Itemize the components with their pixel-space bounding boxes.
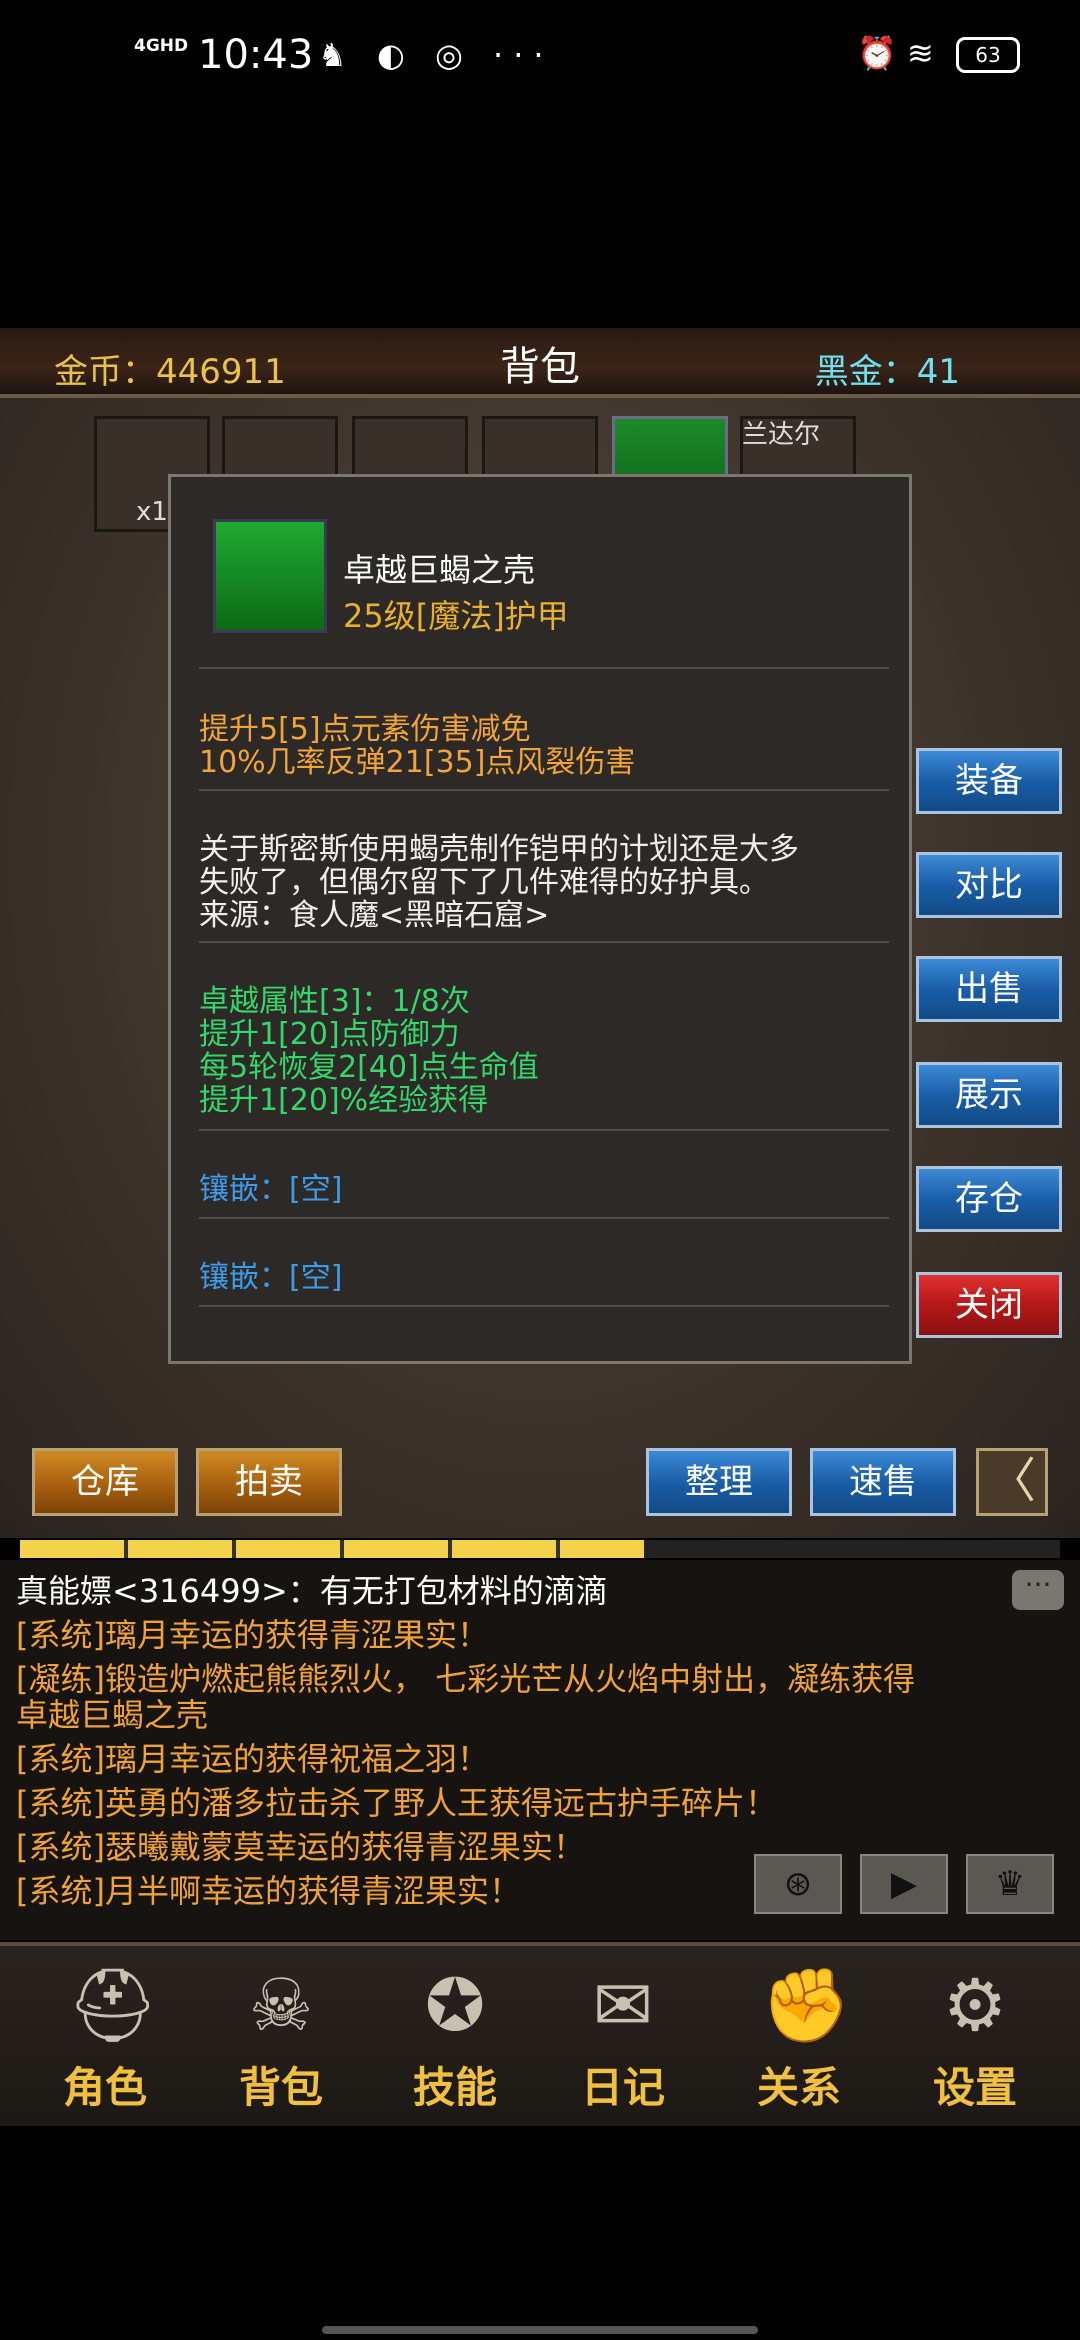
bonus-line: 提升5[5]点元素伤害减免 (199, 712, 531, 747)
exp-progress-bar (20, 1540, 1060, 1558)
divider (199, 1217, 889, 1219)
divider (199, 667, 889, 669)
excellent-line: 提升1[20]点防御力 (199, 1017, 460, 1052)
nav-role[interactable]: ⛑ 角色 (30, 1946, 180, 2126)
description-line: 关于斯密斯使用蝎壳制作铠甲的计划还是大多 (199, 832, 799, 867)
gauntlet-icon: ✊ (761, 1963, 851, 2047)
play-icon[interactable]: ▶ (860, 1854, 948, 1914)
status-bar: 4GHD 10:43 ♞ ◐ ◎ ··· ⏰ ≋ 63 (0, 0, 1080, 120)
nav-settings[interactable]: ⚙ 设置 (900, 1946, 1050, 2126)
nav-label: 背包 (238, 2063, 323, 2112)
item-name: 卓越巨蝎之壳 (343, 551, 536, 589)
back-arrow-button[interactable]: 〈 (976, 1448, 1048, 1516)
divider (199, 1305, 889, 1307)
sell-button[interactable]: 出售 (916, 956, 1062, 1022)
bonus-line: 10%几率反弹21[35]点风裂伤害 (199, 745, 636, 780)
close-button[interactable]: 关闭 (916, 1272, 1062, 1338)
system-message: [系统]璃月幸运的获得祝福之羽！ (16, 1740, 489, 1778)
trophy-icon[interactable]: ♛ (966, 1854, 1054, 1914)
clock: 10:43 (198, 32, 314, 78)
nav-label: 日记 (580, 2063, 665, 2112)
chat-bubble-icon[interactable]: ··· (1012, 1570, 1064, 1610)
bag-header: 金币：446911 背包 黑金：41 (0, 328, 1080, 398)
quick-sell-button[interactable]: 速售 (810, 1448, 956, 1516)
spellbook-icon: ✪ (424, 1963, 486, 2047)
battery-icon: 63 (956, 37, 1020, 73)
excellent-line: 卓越属性[3]：1/8次 (199, 984, 470, 1019)
nav-bag[interactable]: ☠ 背包 (206, 1946, 356, 2126)
system-message: [系统]璃月幸运的获得青涩果实！ (16, 1616, 489, 1654)
divider (199, 1129, 889, 1131)
gear-icon: ⚙ (942, 1963, 1008, 2047)
item-tooltip: 卓越巨蝎之壳 25级[魔法]护甲 提升5[5]点元素伤害减免 10%几率反弹21… (168, 474, 912, 1364)
exp-progress-fill (20, 1540, 644, 1558)
bottom-nav: ⛑ 角色 ☠ 背包 ✪ 技能 ✉ 日记 ✊ 关系 ⚙ 设置 (0, 1942, 1080, 2126)
system-message: [系统]英勇的潘多拉击杀了野人王获得远古护手碎片！ (16, 1784, 777, 1822)
chat-message: 真能嫖<316499>：有无打包材料的滴滴 (16, 1572, 608, 1610)
helmet-icon: ⛑ (67, 1963, 159, 2047)
alarm-wifi-icons: ⏰ ≋ (857, 34, 934, 72)
divider (199, 789, 889, 791)
system-message: [系统]月半啊幸运的获得青涩果实！ (16, 1872, 521, 1910)
compass-icon[interactable]: ⊛ (754, 1854, 842, 1914)
excellent-line: 每5轮恢复2[40]点生命值 (199, 1050, 539, 1085)
show-button[interactable]: 展示 (916, 1062, 1062, 1128)
auction-button[interactable]: 拍卖 (196, 1448, 342, 1516)
excellent-line: 提升1[20]%经验获得 (199, 1083, 489, 1118)
nav-label: 关系 (756, 2063, 841, 2112)
notification-icons: ♞ ◐ ◎ ··· (318, 36, 554, 74)
system-message: [凝练]锻造炉燃起熊熊烈火， 七彩光芒从火焰中射出，凝练获得 (16, 1660, 916, 1698)
slot-item-name: 兰达尔 (742, 420, 821, 450)
nav-diary[interactable]: ✉ 日记 (548, 1946, 698, 2126)
armor-icon (213, 519, 327, 633)
nav-label: 设置 (932, 2063, 1017, 2112)
divider (199, 941, 889, 943)
black-gold-currency: 黑金：41 (814, 352, 960, 392)
socket-slot: 镶嵌：[空] (199, 1172, 343, 1207)
home-indicator[interactable] (322, 2326, 758, 2334)
nav-relations[interactable]: ✊ 关系 (724, 1946, 874, 2126)
compare-button[interactable]: 对比 (916, 852, 1062, 918)
item-source: 来源：食人魔<黑暗石窟> (199, 898, 550, 933)
warehouse-button[interactable]: 仓库 (32, 1448, 178, 1516)
system-icons: ⏰ ≋ 63 (857, 34, 1020, 73)
network-indicator: 4GHD (134, 36, 189, 56)
store-button[interactable]: 存仓 (916, 1166, 1062, 1232)
socket-slot: 镶嵌：[空] (199, 1260, 343, 1295)
sort-button[interactable]: 整理 (646, 1448, 792, 1516)
nav-skills[interactable]: ✪ 技能 (380, 1946, 530, 2126)
equip-button[interactable]: 装备 (916, 748, 1062, 814)
system-message: 卓越巨蝎之壳 (16, 1696, 209, 1734)
nav-label: 角色 (62, 2063, 147, 2112)
description-line: 失败了，但偶尔留下了几件难得的好护具。 (199, 865, 769, 900)
item-type: 25级[魔法]护甲 (343, 597, 569, 635)
scroll-icon: ✉ (592, 1963, 654, 2047)
nav-label: 技能 (412, 2063, 497, 2112)
system-message: [系统]瑟曦戴蒙莫幸运的获得青涩果实！ (16, 1828, 585, 1866)
backpack-icon: ☠ (248, 1963, 314, 2047)
